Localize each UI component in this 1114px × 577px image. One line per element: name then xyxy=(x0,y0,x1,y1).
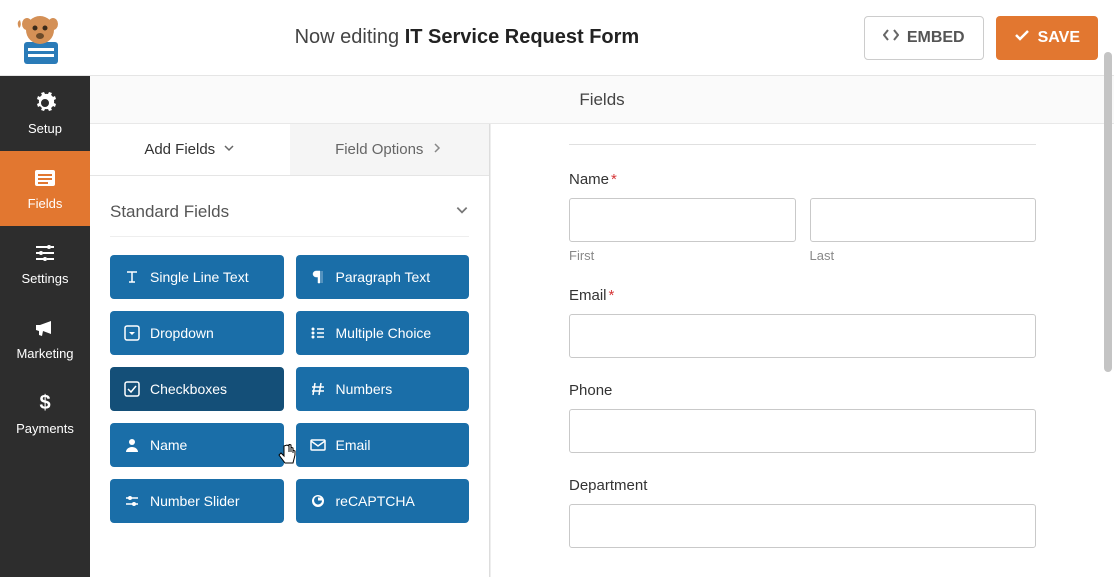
hashtag-icon xyxy=(310,381,326,397)
nav-fields[interactable]: Fields xyxy=(0,151,90,226)
first-sublabel: First xyxy=(569,248,796,263)
embed-label: EMBED xyxy=(907,29,965,47)
fields-subheader: Fields xyxy=(90,76,1114,124)
preview-field-email[interactable]: Email* xyxy=(569,287,1036,358)
phone-input[interactable] xyxy=(569,409,1036,453)
save-button[interactable]: SAVE xyxy=(996,16,1098,60)
check-square-icon xyxy=(124,381,140,397)
field-numbers[interactable]: Numbers xyxy=(296,367,470,411)
tab-add-fields[interactable]: Add Fields xyxy=(90,124,290,175)
nav-marketing[interactable]: Marketing xyxy=(0,301,90,376)
svg-text:$: $ xyxy=(39,392,50,414)
nav-marketing-label: Marketing xyxy=(16,346,73,361)
tab-field-options-label: Field Options xyxy=(335,141,423,158)
field-label: Single Line Text xyxy=(150,269,249,285)
field-single-line-text[interactable]: Single Line Text xyxy=(110,255,284,299)
gear-icon xyxy=(33,91,57,115)
caret-square-icon xyxy=(124,325,140,341)
field-number-slider[interactable]: Number Slider xyxy=(110,479,284,523)
field-label: Checkboxes xyxy=(150,381,227,397)
field-multiple-choice[interactable]: Multiple Choice xyxy=(296,311,470,355)
field-paragraph-text[interactable]: Paragraph Text xyxy=(296,255,470,299)
field-label: Numbers xyxy=(336,381,393,397)
field-name[interactable]: Name xyxy=(110,423,284,467)
fields-panel: Add Fields Field Options Standard Fields xyxy=(90,124,490,577)
field-label: Name xyxy=(150,437,187,453)
chevron-right-icon xyxy=(431,141,443,158)
field-checkboxes[interactable]: Checkboxes xyxy=(110,367,284,411)
required-indicator: * xyxy=(609,287,615,304)
embed-button[interactable]: EMBED xyxy=(864,16,984,60)
form-preview: Name* First Last xyxy=(490,124,1114,577)
field-dropdown[interactable]: Dropdown xyxy=(110,311,284,355)
page-title: Now editing IT Service Request Form xyxy=(70,26,864,49)
email-input[interactable] xyxy=(569,314,1036,358)
nav-payments[interactable]: $ Payments xyxy=(0,376,90,451)
bullhorn-icon xyxy=(33,316,57,340)
user-icon xyxy=(124,437,140,453)
nav-settings-label: Settings xyxy=(22,271,69,286)
field-label: Dropdown xyxy=(150,325,214,341)
code-icon xyxy=(883,27,899,48)
tab-field-options[interactable]: Field Options xyxy=(290,124,490,175)
scrollbar-thumb[interactable] xyxy=(1104,124,1112,372)
last-sublabel: Last xyxy=(810,248,1037,263)
department-label: Department xyxy=(569,477,1036,494)
sliders-icon xyxy=(33,241,57,265)
preview-field-phone[interactable]: Phone xyxy=(569,382,1036,453)
sliders-icon xyxy=(124,493,140,509)
dollar-icon: $ xyxy=(33,391,57,415)
preview-field-name[interactable]: Name* First Last xyxy=(569,171,1036,263)
text-icon xyxy=(124,269,140,285)
left-nav: Setup Fields Settings Marketing $ Paymen… xyxy=(0,76,90,577)
envelope-icon xyxy=(310,437,326,453)
required-indicator: * xyxy=(611,171,617,188)
field-label: Multiple Choice xyxy=(336,325,432,341)
nav-payments-label: Payments xyxy=(16,421,74,436)
form-name: IT Service Request Form xyxy=(405,26,640,48)
panel-scrollbar[interactable] xyxy=(1104,124,1112,412)
preview-field-department[interactable]: Department xyxy=(569,477,1036,548)
list-icon xyxy=(33,166,57,190)
wpforms-logo xyxy=(10,8,70,68)
standard-fields-group[interactable]: Standard Fields xyxy=(110,194,469,237)
save-label: SAVE xyxy=(1038,29,1080,47)
list-ul-icon xyxy=(310,325,326,341)
nav-setup[interactable]: Setup xyxy=(0,76,90,151)
chevron-down-icon xyxy=(223,141,235,158)
tab-add-fields-label: Add Fields xyxy=(144,141,215,158)
field-label: Number Slider xyxy=(150,493,239,509)
phone-label: Phone xyxy=(569,382,1036,399)
nav-settings[interactable]: Settings xyxy=(0,226,90,301)
field-label: Paragraph Text xyxy=(336,269,431,285)
paragraph-icon xyxy=(310,269,326,285)
check-icon xyxy=(1014,27,1030,48)
nav-fields-label: Fields xyxy=(28,196,63,211)
google-icon xyxy=(310,493,326,509)
group-title-label: Standard Fields xyxy=(110,202,229,222)
field-email[interactable]: Email xyxy=(296,423,470,467)
email-label: Email* xyxy=(569,287,1036,304)
field-recaptcha[interactable]: reCAPTCHA xyxy=(296,479,470,523)
name-label: Name* xyxy=(569,171,1036,188)
field-label: reCAPTCHA xyxy=(336,493,415,509)
last-name-input[interactable] xyxy=(810,198,1037,242)
editing-prefix: Now editing xyxy=(295,26,400,48)
label-text: Email xyxy=(569,287,607,304)
field-label: Email xyxy=(336,437,371,453)
department-input[interactable] xyxy=(569,504,1036,548)
label-text: Name xyxy=(569,171,609,188)
nav-setup-label: Setup xyxy=(28,121,62,136)
first-name-input[interactable] xyxy=(569,198,796,242)
chevron-down-icon xyxy=(455,202,469,222)
